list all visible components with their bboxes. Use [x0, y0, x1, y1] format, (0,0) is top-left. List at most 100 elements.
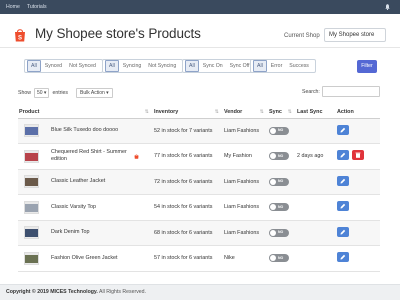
product-thumbnail — [24, 200, 39, 214]
product-thumbnail — [24, 124, 39, 138]
sync-toggle[interactable]: NO — [269, 126, 289, 135]
page-title: My Shopee store's Products — [35, 26, 201, 41]
syncing-filter-not-syncing[interactable]: Not Syncing — [145, 61, 179, 71]
syncing-filter-all[interactable]: All — [105, 60, 119, 72]
sync-toggle-label: NO — [278, 204, 284, 209]
sort-icon: ⇅ — [214, 109, 219, 115]
product-name[interactable]: Classic Varsity Top — [51, 204, 96, 211]
bulk-action-label: Bulk Action — [80, 90, 105, 96]
edit-button[interactable] — [337, 175, 349, 186]
sync-toggle[interactable]: NO — [269, 228, 289, 237]
edit-icon — [340, 204, 346, 209]
sort-icon: ⇅ — [144, 109, 149, 115]
page-header: S My Shopee store's Products Current Sho… — [0, 14, 400, 54]
sync-toggle[interactable]: NO — [269, 152, 289, 161]
shopee-bag-icon — [134, 154, 139, 159]
sync-filter-synced[interactable]: Synced — [42, 61, 65, 71]
edit-button[interactable] — [337, 226, 349, 237]
edit-icon — [340, 153, 346, 158]
filter-button[interactable]: Filter — [357, 60, 377, 73]
edit-button[interactable] — [337, 201, 349, 212]
sync-toggle-label: NO — [278, 179, 284, 184]
edit-icon — [340, 178, 346, 184]
bell-icon[interactable] — [385, 4, 390, 10]
product-name[interactable]: Classic Leather Jacket — [51, 178, 105, 185]
search-input[interactable] — [322, 86, 380, 97]
column-header-product[interactable]: Product ⇅ — [18, 106, 153, 119]
table-row: Chequered Red Shirt - Summer edition 77 i… — [18, 143, 380, 170]
product-name[interactable]: Blue Silk Tuxedo doo doooo — [51, 127, 118, 134]
table-row: Blue Silk Tuxedo doo doooo 52 in stock fo… — [18, 118, 380, 144]
inventory-cell: 57 in stock for 6 variants — [153, 245, 223, 272]
product-thumbnail — [24, 175, 39, 189]
column-header-last-sync[interactable]: Last Sync — [296, 106, 336, 119]
vendor-cell: Liam Fashions — [223, 118, 268, 144]
product-thumbnail — [24, 149, 39, 163]
sort-icon: ⇅ — [259, 109, 264, 115]
column-product-label: Product — [19, 108, 40, 115]
sync-toggle-label: NO — [278, 255, 284, 260]
column-last-sync-label: Last Sync — [297, 108, 323, 115]
sync-filter-not-synced[interactable]: Not Synced — [66, 61, 99, 71]
edit-button[interactable] — [337, 124, 349, 135]
header-divider — [0, 47, 400, 48]
column-header-inventory[interactable]: Inventory ⇅ — [153, 106, 223, 119]
footer-prefix: Copyright © 2019 — [6, 289, 49, 295]
svg-text:S: S — [18, 36, 22, 42]
edit-icon — [340, 127, 346, 133]
sync-toggle[interactable]: NO — [269, 203, 289, 212]
inventory-cell: 52 in stock for 7 variants — [153, 118, 223, 144]
sync-state-filter-off[interactable]: Sync Off — [227, 61, 253, 71]
footer-company: MICES Technology. — [50, 289, 98, 295]
sync-state-filter-all[interactable]: All — [185, 60, 199, 72]
syncing-filter-syncing[interactable]: Syncing — [120, 61, 144, 71]
edit-button[interactable] — [337, 252, 349, 263]
column-inventory-label: Inventory — [154, 108, 179, 115]
column-header-vendor[interactable]: Vendor ⇅ — [223, 106, 268, 119]
last-sync-cell — [296, 245, 336, 272]
last-sync-cell: 2 days ago — [296, 143, 336, 170]
footer: Copyright © 2019 MICES Technology. All R… — [0, 284, 400, 300]
column-header-sync[interactable]: Sync ⇅ — [268, 106, 296, 119]
edit-button[interactable] — [337, 150, 349, 161]
nav-home-link[interactable]: Home — [6, 4, 20, 10]
entries-select[interactable]: 50 ▾ — [33, 88, 50, 98]
top-navbar: Home Tutorials — [0, 0, 400, 14]
inventory-cell: 54 in stock for 6 variants — [153, 194, 223, 221]
vendor-cell: Nike — [223, 245, 268, 272]
sort-icon: ⇅ — [287, 109, 292, 115]
last-sync-cell — [296, 194, 336, 221]
sync-toggle[interactable]: NO — [269, 254, 289, 263]
nav-tutorials-link[interactable]: Tutorials — [27, 4, 47, 10]
shop-select[interactable]: My Shopee store — [324, 28, 386, 42]
status-filter-success[interactable]: Success — [286, 61, 312, 71]
last-sync-cell — [296, 220, 336, 246]
trash-icon — [355, 152, 361, 159]
inventory-cell: 72 in stock for 6 variants — [153, 169, 223, 195]
product-thumbnail — [24, 226, 39, 240]
edit-icon — [340, 229, 346, 235]
delete-button[interactable] — [352, 150, 364, 161]
product-name[interactable]: Chequered Red Shirt - Summer edition — [51, 149, 131, 163]
current-shop-label: Current Shop — [284, 33, 320, 39]
table-row: Classic Leather Jacket 72 in stock for 6 … — [18, 169, 380, 195]
syncing-filter-group: All Syncing Not Syncing — [102, 59, 184, 73]
sync-filter-group: All Synced Not Synced — [24, 59, 103, 73]
product-name[interactable]: Dark Denim Top — [51, 229, 90, 236]
sync-filter-all[interactable]: All — [27, 60, 41, 72]
last-sync-cell — [296, 169, 336, 195]
table-row: Dark Denim Top 68 in stock for 6 variants… — [18, 220, 380, 246]
products-table: Product ⇅ Inventory ⇅ Vendor ⇅ Sync ⇅ Last S… — [18, 106, 380, 272]
column-header-action: Action — [336, 106, 380, 119]
product-name[interactable]: Fashion Olive Green Jacket — [51, 255, 118, 262]
sync-toggle[interactable]: NO — [269, 177, 289, 186]
product-thumbnail — [24, 251, 39, 265]
bulk-action-select[interactable]: Bulk Action ▾ — [76, 88, 113, 98]
entries-value: 50 — [36, 90, 43, 96]
status-filter-error[interactable]: Error — [268, 61, 286, 71]
column-vendor-label: Vendor — [224, 108, 243, 115]
status-filter-all[interactable]: All — [253, 60, 267, 72]
search-label: Search: — [302, 89, 320, 95]
sync-state-filter-on[interactable]: Sync On — [200, 61, 226, 71]
table-header-row: Product ⇅ Inventory ⇅ Vendor ⇅ Sync ⇅ Last S… — [18, 106, 380, 119]
